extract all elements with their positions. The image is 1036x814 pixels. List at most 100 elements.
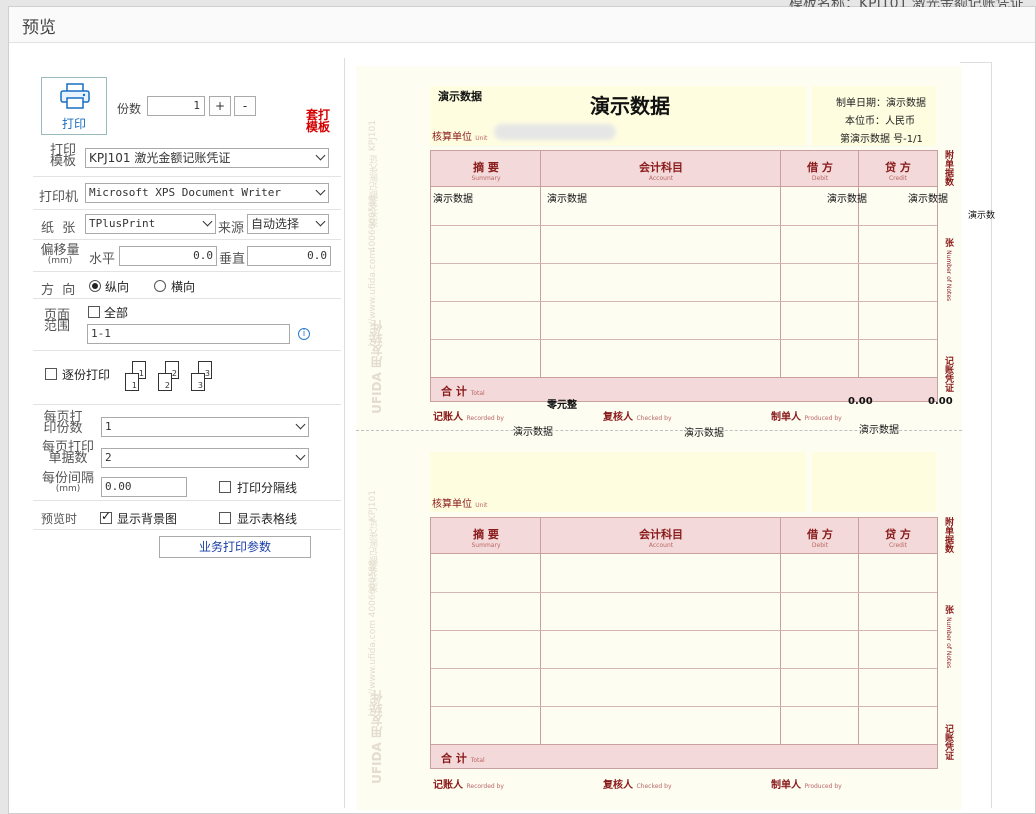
table-cell: 演示数据: [827, 194, 867, 205]
printer-icon: [60, 83, 90, 109]
voucher-table: 摘 要 Summary 会计科目 Account 借 方 Debit 贷 方 Credi…: [430, 517, 938, 769]
paper-select[interactable]: TPlusPrint: [85, 214, 216, 234]
row-line: [431, 301, 937, 302]
col-debit: 借 方 Debit: [807, 528, 833, 549]
landscape-radio[interactable]: [154, 280, 166, 292]
no-label: 第: [840, 134, 850, 145]
template-label: 打印 模板: [35, 144, 91, 168]
page-range-label: 页面 范围: [35, 309, 79, 333]
paper-select-value: TPlusPrint: [89, 217, 156, 230]
divider: [33, 209, 341, 210]
vertical-offset-input[interactable]: 0.0: [247, 246, 331, 266]
copies-plus-button[interactable]: +: [209, 96, 231, 116]
separator-checkbox[interactable]: [219, 481, 231, 493]
horizontal-offset-input[interactable]: 0.0: [119, 246, 217, 266]
produced-by-label: 制单人 Produced by: [771, 412, 842, 423]
watermark-phone: 4006600588: [368, 195, 378, 253]
template-select-value: KPJ101 激光金额记账凭证: [89, 151, 231, 165]
recorded-by-label: 记账人 Recorded by: [433, 780, 504, 791]
per-page-copies-value: 1: [105, 420, 112, 433]
attachments-label: 附单据数: [943, 150, 953, 186]
produced-by-value: 演示数据: [859, 425, 899, 436]
panel-divider: [344, 58, 345, 808]
preview-label: 预览时: [41, 512, 78, 526]
watermark-brand: UFIDA 用友软件: [370, 690, 384, 784]
page-range-input[interactable]: 1-1: [87, 324, 290, 344]
produced-by-label: 制单人 Produced by: [771, 780, 842, 791]
row-line: [431, 630, 937, 631]
divider: [33, 500, 341, 501]
spacing-input[interactable]: 0.00: [101, 477, 187, 497]
show-grid-checkbox[interactable]: [219, 512, 231, 524]
show-background-checkbox[interactable]: [100, 509, 112, 524]
currency-label: 本位币：: [845, 116, 885, 127]
vertical-label: 垂直: [219, 252, 246, 267]
col-summary: 摘 要 Summary: [471, 528, 501, 549]
col-account: 会计科目 Account: [639, 528, 683, 549]
per-page-copies-label-2: 印份数: [43, 421, 83, 436]
title-bar: 预览: [9, 7, 1035, 43]
portrait-label: 纵向: [105, 280, 130, 294]
print-button-label: 打印: [61, 117, 86, 131]
column-line: [858, 151, 859, 401]
voucher-type-label: 记账凭证: [943, 356, 953, 392]
chevron-down-icon: [295, 450, 306, 461]
offset-label: 偏移量 (mm): [35, 243, 85, 267]
watermark-brand: UFIDA 用友软件: [370, 320, 384, 414]
page-stack-icon: 1: [125, 373, 139, 391]
column-line: [858, 518, 859, 768]
attachments-count-label: 张 Number of Notes: [943, 238, 953, 302]
printer-select[interactable]: Microsoft XPS Document Writer: [85, 183, 329, 203]
row-line: [431, 225, 937, 226]
copies-label: 份数: [117, 102, 142, 116]
printer-label: 打印机: [39, 190, 79, 205]
table-header: 摘 要 Summary 会计科目 Account 借 方 Debit 贷 方 Credi…: [431, 151, 937, 187]
total-credit: 0.00: [928, 396, 953, 407]
source-select[interactable]: 自动选择: [247, 214, 329, 234]
row-line: [431, 706, 937, 707]
divider: [33, 529, 341, 530]
source-label: 来源: [218, 221, 245, 236]
no-value: 演示数据 号-1/1: [850, 134, 923, 145]
per-page-docs-select[interactable]: 2: [101, 448, 309, 468]
template-select[interactable]: KPJ101 激光金额记账凭证: [85, 148, 329, 168]
info-icon[interactable]: i: [298, 328, 310, 340]
watermark-code: KPJ101: [368, 490, 378, 522]
watermark-code: KPJ101: [368, 120, 378, 152]
row-line: [431, 263, 937, 264]
chevron-down-icon: [202, 216, 213, 227]
offset-label-1: 偏移量: [40, 243, 80, 258]
total-amount-words: 零元整: [547, 400, 577, 411]
divider: [33, 176, 341, 177]
total-debit: 0.00: [848, 396, 873, 407]
copies-minus-button[interactable]: -: [234, 96, 256, 116]
print-button[interactable]: 打印: [41, 77, 107, 135]
business-print-params-button[interactable]: 业务打印参数: [159, 536, 311, 558]
copies-input[interactable]: 1: [147, 96, 205, 116]
all-pages-checkbox[interactable]: [88, 306, 100, 318]
checked-by-label: 复核人 Checked by: [603, 780, 672, 791]
preview-frame: [960, 62, 992, 808]
total-row: 合 计 Total: [431, 744, 937, 768]
spacing-label: 每份间隔 (mm): [35, 472, 101, 495]
overlay-template-label-2: 模板: [305, 120, 330, 134]
dialog-title: 预览: [22, 18, 56, 38]
checked-by-label: 复核人 Checked by: [603, 412, 672, 423]
attachments-label: 附单据数: [943, 517, 953, 553]
voucher-title: 演示数据: [590, 94, 670, 118]
table-header: 摘 要 Summary 会计科目 Account 借 方 Debit 贷 方 Credi…: [431, 518, 937, 554]
overlay-template-link[interactable]: 套打 模板: [305, 109, 331, 133]
portrait-radio[interactable]: [89, 280, 101, 292]
per-page-copies-select[interactable]: 1: [101, 417, 309, 437]
per-page-copies-label: 每页打 印份数: [37, 411, 89, 436]
voucher-table: 摘 要 Summary 会计科目 Account 借 方 Debit 贷 方 Credi…: [430, 150, 938, 402]
unit-label-cn: 核算单位: [432, 132, 472, 143]
collate-checkbox[interactable]: [45, 368, 57, 380]
total-label-en: Total: [470, 390, 485, 397]
separator-label: 打印分隔线: [237, 481, 298, 495]
show-grid-label: 显示表格线: [237, 512, 298, 526]
table-cell: 演示数据: [908, 194, 948, 205]
divider: [33, 239, 341, 240]
row-line: [431, 668, 937, 669]
voucher-number: 第演示数据 号-1/1: [840, 130, 923, 145]
